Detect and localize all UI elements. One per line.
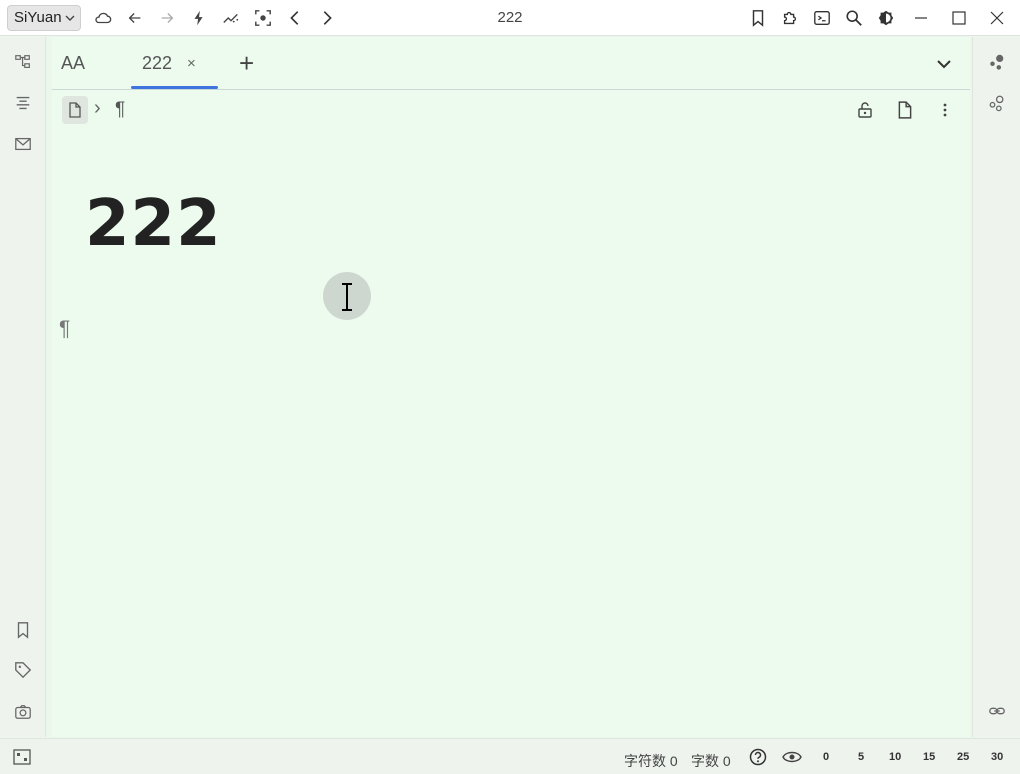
minimize-icon[interactable] <box>902 2 940 34</box>
terminal-icon[interactable] <box>806 2 838 34</box>
global-graph-icon[interactable] <box>985 91 1009 115</box>
tab-aa[interactable]: AA <box>61 37 85 90</box>
breadcrumb-separator: › <box>94 97 101 119</box>
forward-icon[interactable] <box>151 2 183 34</box>
zoom-0[interactable]: 0 <box>823 751 829 763</box>
readonly-unlock-icon[interactable] <box>856 101 874 124</box>
back-icon[interactable] <box>119 2 151 34</box>
document-title[interactable]: 222 <box>85 187 222 261</box>
more-icon[interactable] <box>936 101 954 124</box>
tag-icon[interactable] <box>11 658 35 682</box>
block-marker[interactable]: ¶ <box>59 317 70 341</box>
left-dock <box>0 37 46 737</box>
document-info-icon[interactable] <box>896 101 914 124</box>
chevron-right-icon[interactable] <box>311 2 343 34</box>
tab-list-button[interactable] <box>934 37 954 90</box>
text-cursor-icon <box>342 283 352 311</box>
link-icon[interactable] <box>985 699 1009 723</box>
plugin-icon[interactable] <box>774 2 806 34</box>
tab-bar: AA 222 × + <box>52 37 970 90</box>
breadcrumb-block[interactable]: ¶ <box>115 99 125 121</box>
plus-icon: + <box>239 48 255 78</box>
bookmark-icon[interactable] <box>742 2 774 34</box>
close-icon[interactable] <box>978 2 1016 34</box>
eye-icon[interactable] <box>782 750 802 769</box>
zoom-15[interactable]: 15 <box>923 751 935 763</box>
new-tab-button[interactable]: + <box>239 37 254 90</box>
zoom-10[interactable]: 10 <box>889 751 901 763</box>
breadcrumb: › ¶ <box>52 91 970 131</box>
tab-label: AA <box>61 53 86 73</box>
theme-icon[interactable] <box>870 2 902 34</box>
inbox-icon[interactable] <box>11 132 35 156</box>
tab-label: 222 <box>142 53 173 73</box>
focus-icon[interactable] <box>247 2 279 34</box>
file-tree-icon[interactable] <box>11 50 35 74</box>
outline-icon[interactable] <box>11 91 35 115</box>
document-icon[interactable] <box>62 96 88 124</box>
help-icon[interactable] <box>749 748 767 771</box>
chart-icon[interactable] <box>215 2 247 34</box>
active-tab-indicator <box>131 86 218 89</box>
right-dock <box>972 37 1020 737</box>
word-count: 字数 0 <box>691 753 731 769</box>
cloud-sync-icon[interactable] <box>87 2 119 34</box>
workspace-name: SiYuan <box>14 9 62 26</box>
editor-area: AA 222 × + › ¶ 222 ¶ <box>52 37 970 737</box>
graph-icon[interactable] <box>985 50 1009 74</box>
maximize-icon[interactable] <box>940 2 978 34</box>
chevron-down-icon <box>937 59 951 68</box>
status-bar: 字符数 0 字数 0 0 5 10 15 25 30 <box>0 738 1020 774</box>
bookmark-icon[interactable] <box>11 618 35 642</box>
titlebar: SiYuan 222 <box>0 0 1020 36</box>
dock-toggle-icon[interactable] <box>13 749 31 770</box>
zoom-5[interactable]: 5 <box>858 751 864 763</box>
chevron-down-icon <box>65 15 75 21</box>
char-count: 字符数 0 <box>624 753 678 769</box>
zoom-30[interactable]: 30 <box>991 751 1003 763</box>
zoom-25[interactable]: 25 <box>957 751 969 763</box>
lightning-icon[interactable] <box>183 2 215 34</box>
camera-icon[interactable] <box>11 700 35 724</box>
tab-222[interactable]: 222 × <box>142 37 196 90</box>
chevron-left-icon[interactable] <box>279 2 311 34</box>
search-icon[interactable] <box>838 2 870 34</box>
workspace-menu-button[interactable]: SiYuan <box>7 4 81 31</box>
tab-close-icon[interactable]: × <box>187 55 196 72</box>
